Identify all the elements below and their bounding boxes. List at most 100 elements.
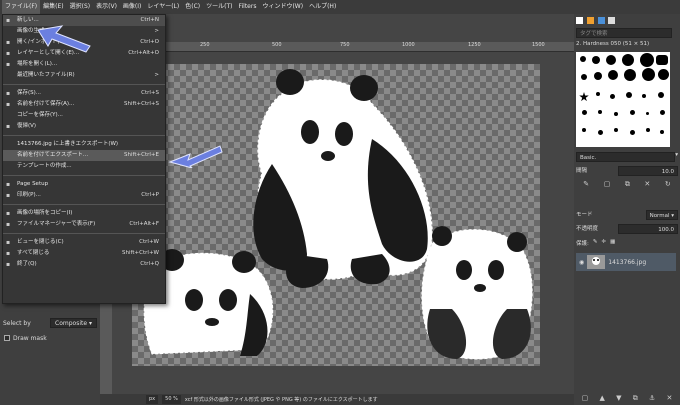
menu-item[interactable]: 最近開いたファイル(R) > (3, 70, 165, 81)
ruler-tick: 750 (340, 42, 350, 48)
menu-separator (3, 233, 165, 234)
lock-pixels-icon[interactable]: ✎ (593, 239, 598, 247)
menu-item[interactable]: ▪ ファイルマネージャーで表示(F) Ctrl+Alt+F (3, 219, 165, 230)
lock-position-icon[interactable]: ✛ (601, 239, 606, 247)
image-canvas[interactable] (132, 64, 540, 366)
menu-item[interactable]: コピーを保存(Y)... (3, 110, 165, 121)
status-message: xcf 形式以外の画像ファイル形式 (JPEG や PNG 等) のファイルにエ… (184, 397, 378, 403)
menu-item[interactable]: ▪ 復帰(V) (3, 121, 165, 132)
ruler-tick: 500 (272, 42, 282, 48)
fg-color-swatch[interactable] (576, 17, 583, 24)
menu-item[interactable]: ▪ 名前を付けて保存(A)... Shift+Ctrl+S (3, 99, 165, 110)
spacing-slider[interactable]: 10.0 (618, 166, 678, 176)
unit-combo[interactable]: px (146, 395, 159, 404)
menu-item-label: 終了(Q) (17, 261, 37, 267)
opacity-label: 不透明度 (576, 226, 599, 232)
ruler-tick: 250 (200, 42, 210, 48)
menu-file[interactable]: ファイル(F) (2, 0, 41, 14)
menu-help[interactable]: ヘルプ(H) (306, 0, 339, 14)
spacing-label: 間隔 (576, 168, 588, 174)
menu-select[interactable]: 選択(S) (67, 0, 94, 14)
panda-image (143, 69, 533, 360)
menu-item[interactable]: 1413766.jpg に上書きエクスポート(W) (3, 139, 165, 150)
menu-layer[interactable]: レイヤー(L) (144, 0, 182, 14)
close-all-icon: ▪ (6, 250, 11, 257)
mode-combo[interactable]: Normal ▾ (645, 210, 678, 220)
draw-mask-checkbox[interactable] (4, 335, 10, 341)
menu-separator (3, 135, 165, 136)
menu-item-label: 画像の場所をコピー(I) (17, 210, 73, 216)
ruler-tick: 1000 (402, 42, 415, 48)
menu-item[interactable]: ▪ 場所を開く(L)... (3, 59, 165, 70)
menu-item-label: 新しい... (17, 17, 39, 23)
pattern-swatch[interactable] (586, 17, 594, 24)
opacity-slider[interactable]: 100.0 (618, 224, 678, 234)
new-brush-icon[interactable]: ▢ (604, 180, 611, 189)
menu-item-label: Page Setup (17, 181, 49, 187)
menu-item[interactable]: ▪ ビューを閉じる(C) Ctrl+W (3, 237, 165, 248)
mode-label: モード (576, 212, 593, 218)
menu-item-label: 保存(S)... (17, 90, 42, 96)
image-canvas-area: 250 500 750 1000 1250 1500 (100, 14, 574, 394)
menu-windows[interactable]: ウィンドウ(W) (259, 0, 306, 14)
menu-item[interactable]: ▪ 画像の場所をコピー(I) (3, 208, 165, 219)
horizontal-ruler: 250 500 750 1000 1250 1500 (112, 42, 574, 52)
menu-item-shortcut: Ctrl+W (139, 239, 159, 245)
duplicate-brush-icon[interactable]: ⧉ (625, 180, 630, 189)
layer-thumbnail (587, 255, 606, 269)
menu-item[interactable]: 名前を付けてエクスポート... Shift+Ctrl+E (3, 150, 165, 161)
menu-item[interactable]: ▪ 保存(S)... Ctrl+S (3, 88, 165, 99)
save-icon: ▪ (6, 90, 11, 97)
refresh-brush-icon[interactable]: ↻ (665, 180, 671, 189)
mode-row: モード Normal ▾ (576, 210, 678, 220)
menu-separator (3, 204, 165, 205)
menu-item-label: コピーを保存(Y)... (17, 112, 63, 118)
brush-grid[interactable] (576, 52, 670, 147)
edit-brush-icon[interactable]: ✎ (583, 180, 589, 189)
menu-item-shortcut: Ctrl+Alt+O (128, 50, 159, 56)
menu-item-shortcut: Ctrl+O (140, 39, 159, 45)
menu-item-label: ファイルマネージャーで表示(F) (17, 221, 96, 227)
zoom-combo[interactable]: 50 % (162, 395, 181, 404)
layer-row[interactable]: ◉ 1413766.jpg (576, 253, 676, 271)
menu-item-label: テンプレートの作成... (17, 163, 72, 169)
menu-item[interactable]: ▪ Page Setup (3, 179, 165, 190)
status-bar: px 50 % xcf 形式以外の画像ファイル形式 (JPEG や PNG 等)… (100, 394, 574, 405)
menu-colors[interactable]: 色(C) (182, 0, 203, 14)
brush-tag-filter[interactable]: タグで検索 (576, 28, 672, 38)
open-as-layers-icon: ▪ (6, 50, 11, 57)
menu-tools[interactable]: ツール(T) (203, 0, 235, 14)
menu-item-shortcut: Ctrl+S (141, 90, 159, 96)
delete-brush-icon[interactable]: ✕ (644, 180, 650, 189)
menu-filters[interactable]: Filters (235, 0, 259, 14)
menu-item-shortcut: Shift+Ctrl+S (124, 101, 159, 107)
raise-layer-icon[interactable]: ▲ (599, 394, 604, 403)
menu-edit[interactable]: 編集(E) (40, 0, 66, 14)
gradient-swatch[interactable] (597, 17, 605, 24)
font-swatch[interactable] (608, 17, 616, 24)
menu-image[interactable]: 画像(I) (120, 0, 144, 14)
save-as-icon: ▪ (6, 101, 11, 108)
opacity-row: 不透明度 100.0 (576, 224, 678, 234)
select-by-row: Select by Composite ▾ (0, 317, 100, 329)
select-by-combo[interactable]: Composite ▾ (50, 318, 97, 328)
menu-item-shortcut: Ctrl+N (140, 17, 159, 23)
new-layer-icon[interactable]: ▢ (582, 394, 589, 403)
chevron-down-icon[interactable]: ▾ (675, 152, 678, 162)
menu-view[interactable]: 表示(V) (93, 0, 120, 14)
menu-item-label: ビューを閉じる(C) (17, 239, 64, 245)
eye-icon[interactable]: ◉ (579, 259, 584, 266)
lock-alpha-icon[interactable]: ▦ (610, 239, 615, 247)
lower-layer-icon[interactable]: ▼ (616, 394, 621, 403)
color-swatches (576, 17, 678, 24)
menu-item[interactable]: テンプレートの作成... (3, 161, 165, 172)
duplicate-layer-icon[interactable]: ⧉ (633, 394, 638, 403)
brush-preset-combo[interactable]: Basic. (576, 152, 676, 162)
draw-mask-option[interactable]: Draw mask (0, 333, 100, 343)
menu-item[interactable]: ▪ 終了(Q) Ctrl+Q (3, 259, 165, 270)
menu-item[interactable]: ▪ すべて閉じる Shift+Ctrl+W (3, 248, 165, 259)
menu-item[interactable]: ▪ 印刷(P)... Ctrl+P (3, 190, 165, 201)
delete-layer-icon[interactable]: ✕ (666, 394, 672, 403)
anchor-layer-icon[interactable]: ⚓ (649, 394, 655, 403)
brush-tag-placeholder: タグで検索 (580, 31, 608, 37)
